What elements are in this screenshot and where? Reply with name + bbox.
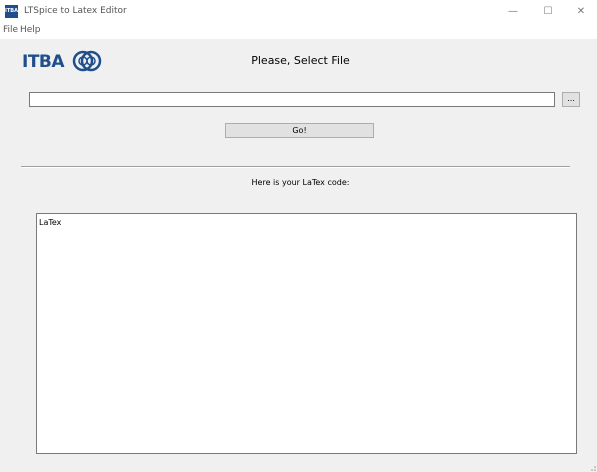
menu-bar: File Help — [0, 24, 597, 39]
file-path-input[interactable] — [29, 92, 555, 107]
maximize-button[interactable]: ☐ — [531, 0, 565, 24]
main-panel: ITBA Please, Select File ... Go! Here is… — [0, 39, 597, 472]
app-icon: ITBA — [5, 5, 18, 18]
menu-file[interactable]: File — [3, 25, 18, 35]
separator — [21, 166, 570, 168]
menu-help[interactable]: Help — [20, 25, 41, 35]
browse-button[interactable]: ... — [562, 92, 580, 107]
close-button[interactable]: ✕ — [564, 0, 597, 24]
latex-output-textarea[interactable]: LaTex — [36, 213, 577, 454]
title-bar: ITBA LTSpice to Latex Editor — ☐ ✕ — [0, 0, 597, 24]
minimize-button[interactable]: — — [496, 0, 530, 24]
result-label: Here is your LaTex code: — [251, 178, 350, 187]
page-title: Please, Select File — [251, 54, 350, 67]
resize-grip-icon[interactable] — [588, 463, 596, 471]
go-button[interactable]: Go! — [225, 123, 374, 138]
window-title: LTSpice to Latex Editor — [24, 6, 127, 16]
